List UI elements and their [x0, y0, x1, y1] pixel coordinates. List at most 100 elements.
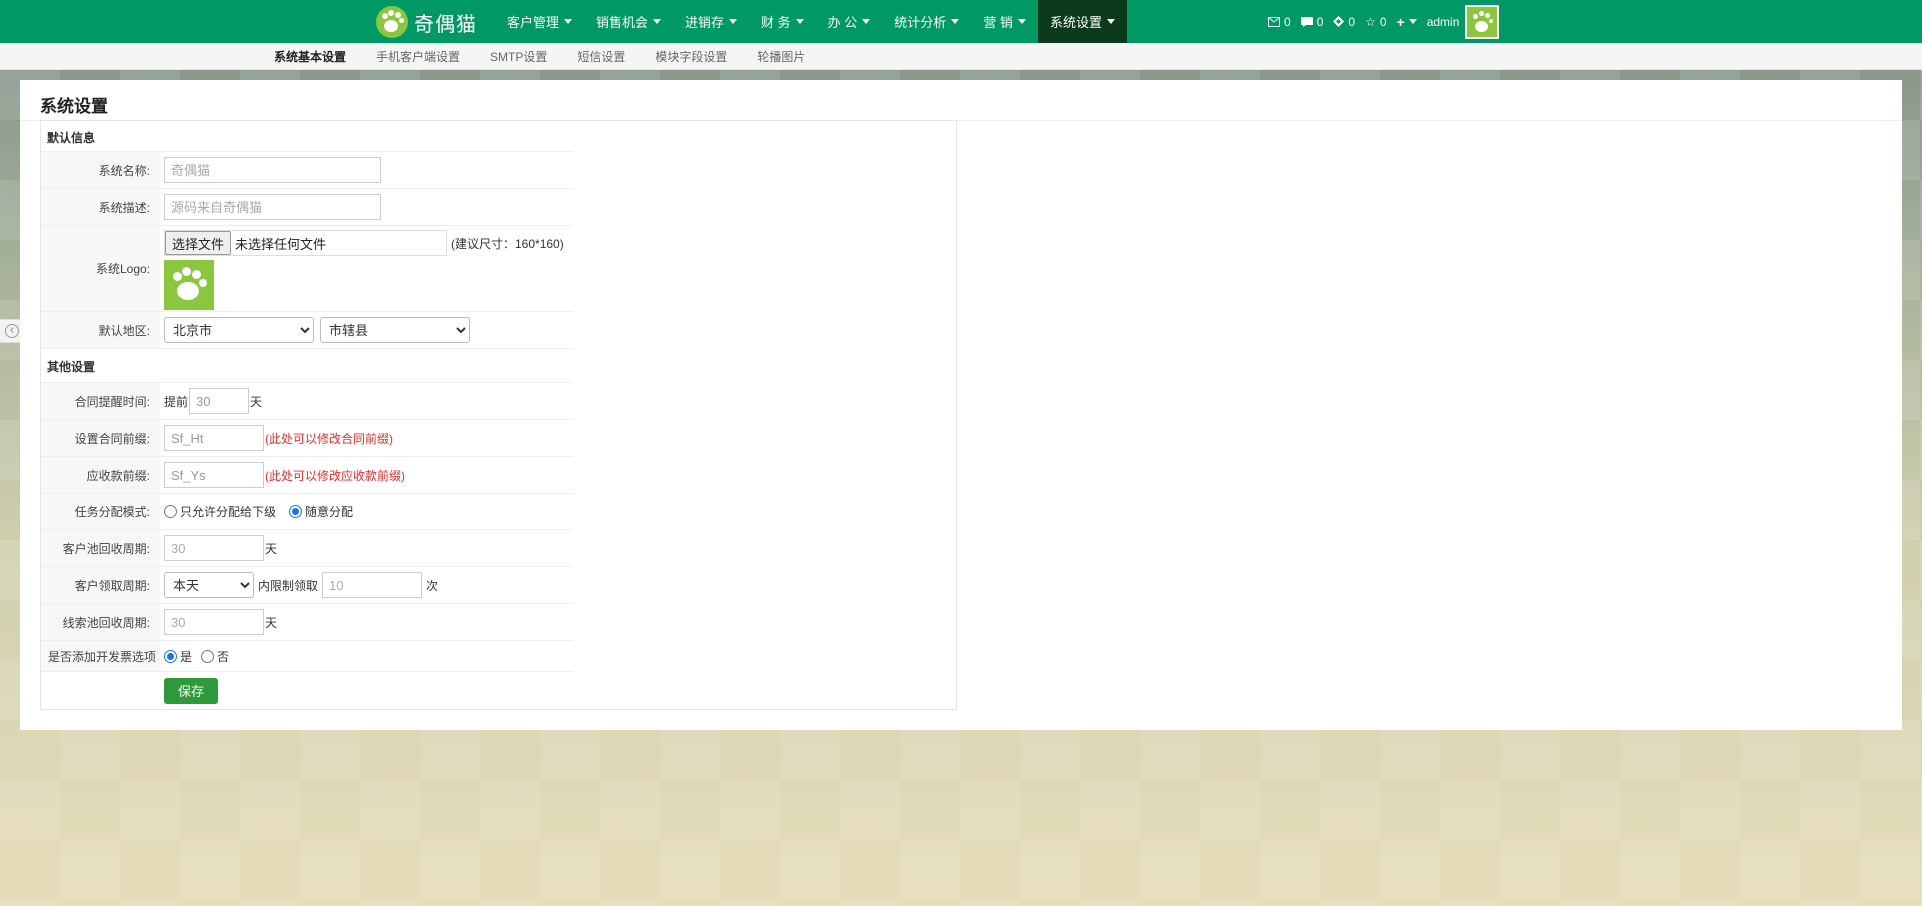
favorite-count: 0	[1379, 14, 1387, 29]
nav-item-system-settings[interactable]: 系统设置	[1037, 0, 1127, 43]
caret-down-icon	[1408, 19, 1417, 24]
invoice-option-yes[interactable]: 是	[164, 648, 192, 665]
nav-item-sales-opportunities[interactable]: 销售机会	[584, 0, 673, 43]
caret-down-icon	[729, 19, 738, 24]
default-region-label: 默认地区:	[41, 312, 160, 348]
contract-prefix-label: 设置合同前缀:	[41, 420, 160, 456]
nav-item-customers[interactable]: 客户管理	[495, 0, 584, 43]
subnav-basic-settings[interactable]: 系统基本设置	[274, 48, 346, 65]
claim-limit-input[interactable]	[322, 572, 423, 598]
favorite-counter[interactable]: ☆ 0	[1365, 15, 1386, 29]
nav-label: 系统设置	[1049, 15, 1102, 30]
choose-file-button[interactable]: 选择文件	[165, 231, 232, 255]
subnav-smtp[interactable]: SMTP设置	[490, 48, 547, 65]
subnav-carousel[interactable]: 轮播图片	[757, 48, 805, 65]
radio-button[interactable]	[201, 649, 215, 663]
row-claim-cycle: 客户领取周期: 本天 内限制领取 次	[41, 566, 573, 603]
nav-item-inventory[interactable]: 进销存	[673, 0, 749, 43]
mail-count: 0	[1284, 14, 1291, 29]
nav-label: 销售机会	[596, 15, 649, 30]
settings-panel: 系统设置 默认信息 系统名称: 系统描述: 系统Logo: 选择文件 未选择任何…	[20, 80, 1902, 730]
plus-icon: +	[1396, 13, 1405, 30]
customer-pool-input[interactable]	[164, 535, 264, 561]
add-menu[interactable]: +	[1397, 14, 1417, 30]
logo-size-hint: (建议尺寸：160*160)	[451, 236, 564, 251]
nav-item-statistics[interactable]: 统计分析	[882, 0, 971, 43]
task-icon	[1333, 16, 1345, 27]
lead-pool-unit: 天	[265, 615, 278, 630]
invoice-option-no[interactable]: 否	[201, 648, 229, 665]
radio-label: 只允许分配给下级	[180, 505, 277, 519]
nav-label: 统计分析	[894, 15, 947, 30]
task-count: 0	[1348, 14, 1356, 29]
nav-label: 客户管理	[507, 15, 560, 30]
task-mode-label: 任务分配模式:	[41, 494, 160, 529]
subnav-sms[interactable]: 短信设置	[577, 48, 625, 65]
chevron-left-circle-icon	[4, 324, 19, 338]
receivable-prefix-input[interactable]	[164, 462, 264, 488]
system-desc-input[interactable]	[164, 194, 381, 220]
mail-counter[interactable]: 0	[1268, 15, 1291, 29]
save-button[interactable]: 保存	[164, 677, 218, 704]
claim-period-select[interactable]: 本天	[164, 572, 254, 598]
radio-label: 否	[217, 649, 230, 664]
username: admin	[1426, 14, 1460, 29]
contract-prefix-hint: (此处可以修改合同前缀)	[265, 431, 393, 446]
row-lead-pool: 线索池回收周期: 天	[41, 603, 573, 640]
contract-remind-label: 合同提醒时间:	[41, 383, 160, 419]
row-task-mode: 任务分配模式: 只允许分配给下级 随意分配	[41, 493, 573, 529]
nav-item-marketing[interactable]: 营 销	[971, 0, 1038, 43]
logo-file-input[interactable]: 选择文件 未选择任何文件	[164, 230, 447, 256]
page-title: 系统设置	[40, 97, 108, 116]
province-select[interactable]: 北京市	[164, 317, 314, 343]
contract-prefix-input[interactable]	[164, 425, 264, 451]
subnav-mobile-client[interactable]: 手机客户端设置	[376, 48, 460, 65]
message-count: 0	[1316, 14, 1324, 29]
message-counter[interactable]: 0	[1300, 14, 1324, 29]
nav-label: 办 公	[827, 15, 858, 30]
system-name-label: 系统名称:	[41, 152, 160, 188]
avatar	[1465, 4, 1500, 39]
user-menu[interactable]: admin	[1426, 4, 1500, 39]
lead-pool-input[interactable]	[164, 609, 264, 635]
subnav-module-fields[interactable]: 模块字段设置	[655, 48, 727, 65]
brand[interactable]: 奇偶猫	[376, 5, 477, 39]
lead-pool-label: 线索池回收周期:	[41, 604, 160, 640]
district-select[interactable]: 市辖县	[320, 317, 470, 343]
contract-remind-prefix: 提前	[164, 394, 189, 409]
task-mode-option-subordinates[interactable]: 只允许分配给下级	[164, 503, 276, 520]
nav-item-finance[interactable]: 财 务	[749, 0, 816, 43]
settings-form: 默认信息 系统名称: 系统描述: 系统Logo: 选择文件 未选择任何文件	[40, 120, 957, 710]
caret-down-icon	[1017, 19, 1026, 24]
contract-remind-days-input[interactable]	[189, 388, 250, 414]
caret-down-icon	[564, 19, 573, 24]
section-other-header: 其他设置	[41, 348, 573, 382]
row-default-region: 默认地区: 北京市 市辖县	[41, 311, 573, 348]
radio-button-selected[interactable]	[289, 505, 303, 518]
claim-cycle-label: 客户领取周期:	[41, 567, 160, 603]
caret-down-icon	[951, 19, 960, 24]
claim-limit-unit: 次	[426, 578, 439, 593]
invoice-option-label: 是否添加开发票选项	[41, 641, 160, 671]
brand-name: 奇偶猫	[414, 13, 477, 36]
logo-preview	[164, 260, 214, 310]
radio-button[interactable]	[164, 505, 177, 518]
system-name-input[interactable]	[164, 157, 381, 183]
row-customer-pool: 客户池回收周期: 天	[41, 529, 573, 566]
receivable-prefix-hint: (此处可以修改应收款前缀)	[265, 468, 405, 483]
star-icon: ☆	[1365, 14, 1376, 29]
envelope-icon	[1268, 16, 1280, 27]
row-save: 保存	[41, 671, 573, 709]
message-icon	[1300, 16, 1313, 27]
main-menu: 客户管理 销售机会 进销存 财 务 办 公 统计分析 营 销 系统设置	[495, 0, 1127, 43]
customer-pool-unit: 天	[265, 541, 278, 556]
task-mode-option-free[interactable]: 随意分配	[289, 503, 353, 520]
system-logo-label: 系统Logo:	[41, 226, 160, 311]
nav-item-office[interactable]: 办 公	[816, 0, 883, 43]
section-default-title: 默认信息	[47, 131, 96, 145]
nav-label: 财 务	[761, 15, 791, 30]
task-counter[interactable]: 0	[1333, 15, 1355, 29]
row-contract-remind: 合同提醒时间: 提前 天	[41, 382, 573, 419]
save-row-spacer	[41, 672, 160, 709]
radio-button-selected[interactable]	[164, 649, 177, 663]
